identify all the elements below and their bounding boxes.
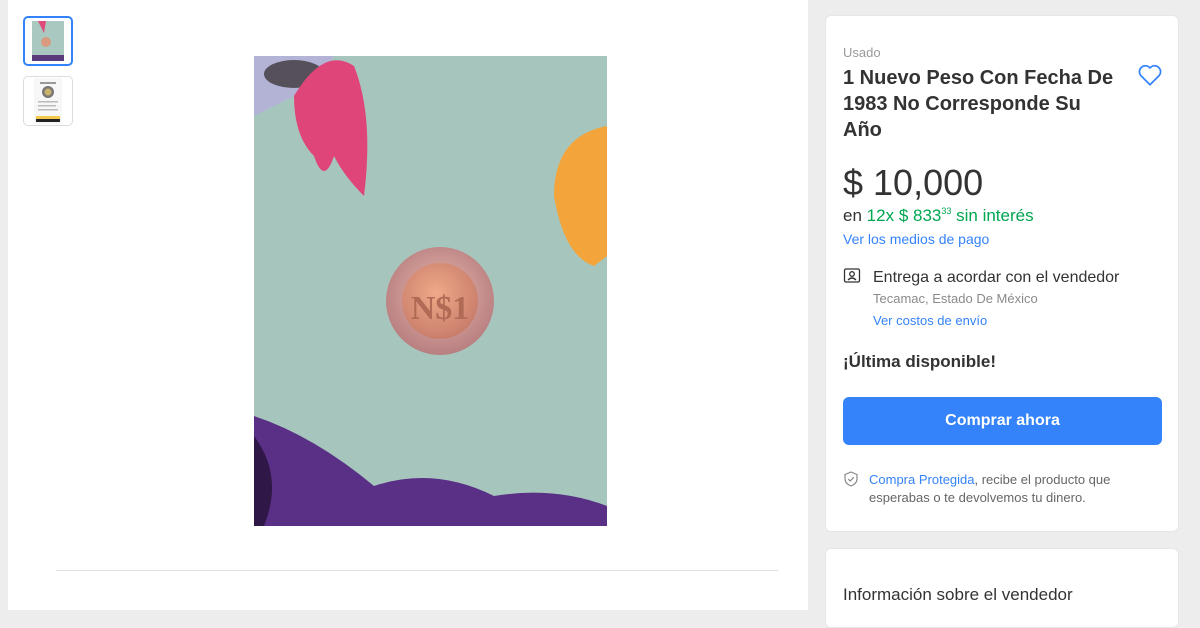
product-title: 1 Nuevo Peso Con Fecha De 1983 No Corres… <box>843 67 1114 141</box>
seller-card: Información sobre el vendedor <box>825 548 1179 628</box>
purchase-protection: Compra Protegida, recibe el producto que… <box>869 471 1154 507</box>
thumbnail-list <box>23 16 73 136</box>
installments-cents: 33 <box>941 206 952 216</box>
coin-photo: N$1 <box>254 56 607 526</box>
installments-suffix: sin interés <box>956 206 1034 225</box>
price: $ 10,000 <box>843 162 984 203</box>
heart-icon[interactable] <box>1137 62 1163 88</box>
person-card-icon <box>843 268 861 283</box>
payment-methods-link[interactable]: Ver los medios de pago <box>843 231 989 247</box>
thumbnail-1[interactable] <box>23 16 73 66</box>
stock-status: ¡Última disponible! <box>843 352 996 371</box>
svg-text:N$1: N$1 <box>411 290 470 327</box>
shipping-costs-link[interactable]: Ver costos de envío <box>873 313 987 328</box>
divider <box>56 570 778 571</box>
coin-photo-thumbnail <box>32 21 64 61</box>
installments-amount: $ 833 <box>898 206 942 225</box>
seller-info-title: Información sobre el vendedor <box>843 585 1073 604</box>
main-product-photo[interactable]: N$1 <box>254 56 607 526</box>
coin-document-thumbnail <box>34 78 62 124</box>
gallery-panel: N$1 <box>8 0 808 610</box>
shipping-title: Entrega a acordar con el vendedor <box>873 269 1120 286</box>
buy-now-button[interactable]: Comprar ahora <box>843 397 1162 445</box>
condition-label: Usado <box>843 45 881 60</box>
installments-count: 12x <box>866 206 895 225</box>
shield-check-icon <box>844 471 858 487</box>
installments: en 12x $ 83333 sin interés <box>843 206 1034 226</box>
purchase-card: Usado 1 Nuevo Peso Con Fecha De 1983 No … <box>825 15 1179 532</box>
shipping-location: Tecamac, Estado De México <box>873 291 1038 306</box>
installments-prefix: en <box>843 206 862 225</box>
protected-purchase-link[interactable]: Compra Protegida <box>869 472 975 487</box>
thumbnail-2[interactable] <box>23 76 73 126</box>
